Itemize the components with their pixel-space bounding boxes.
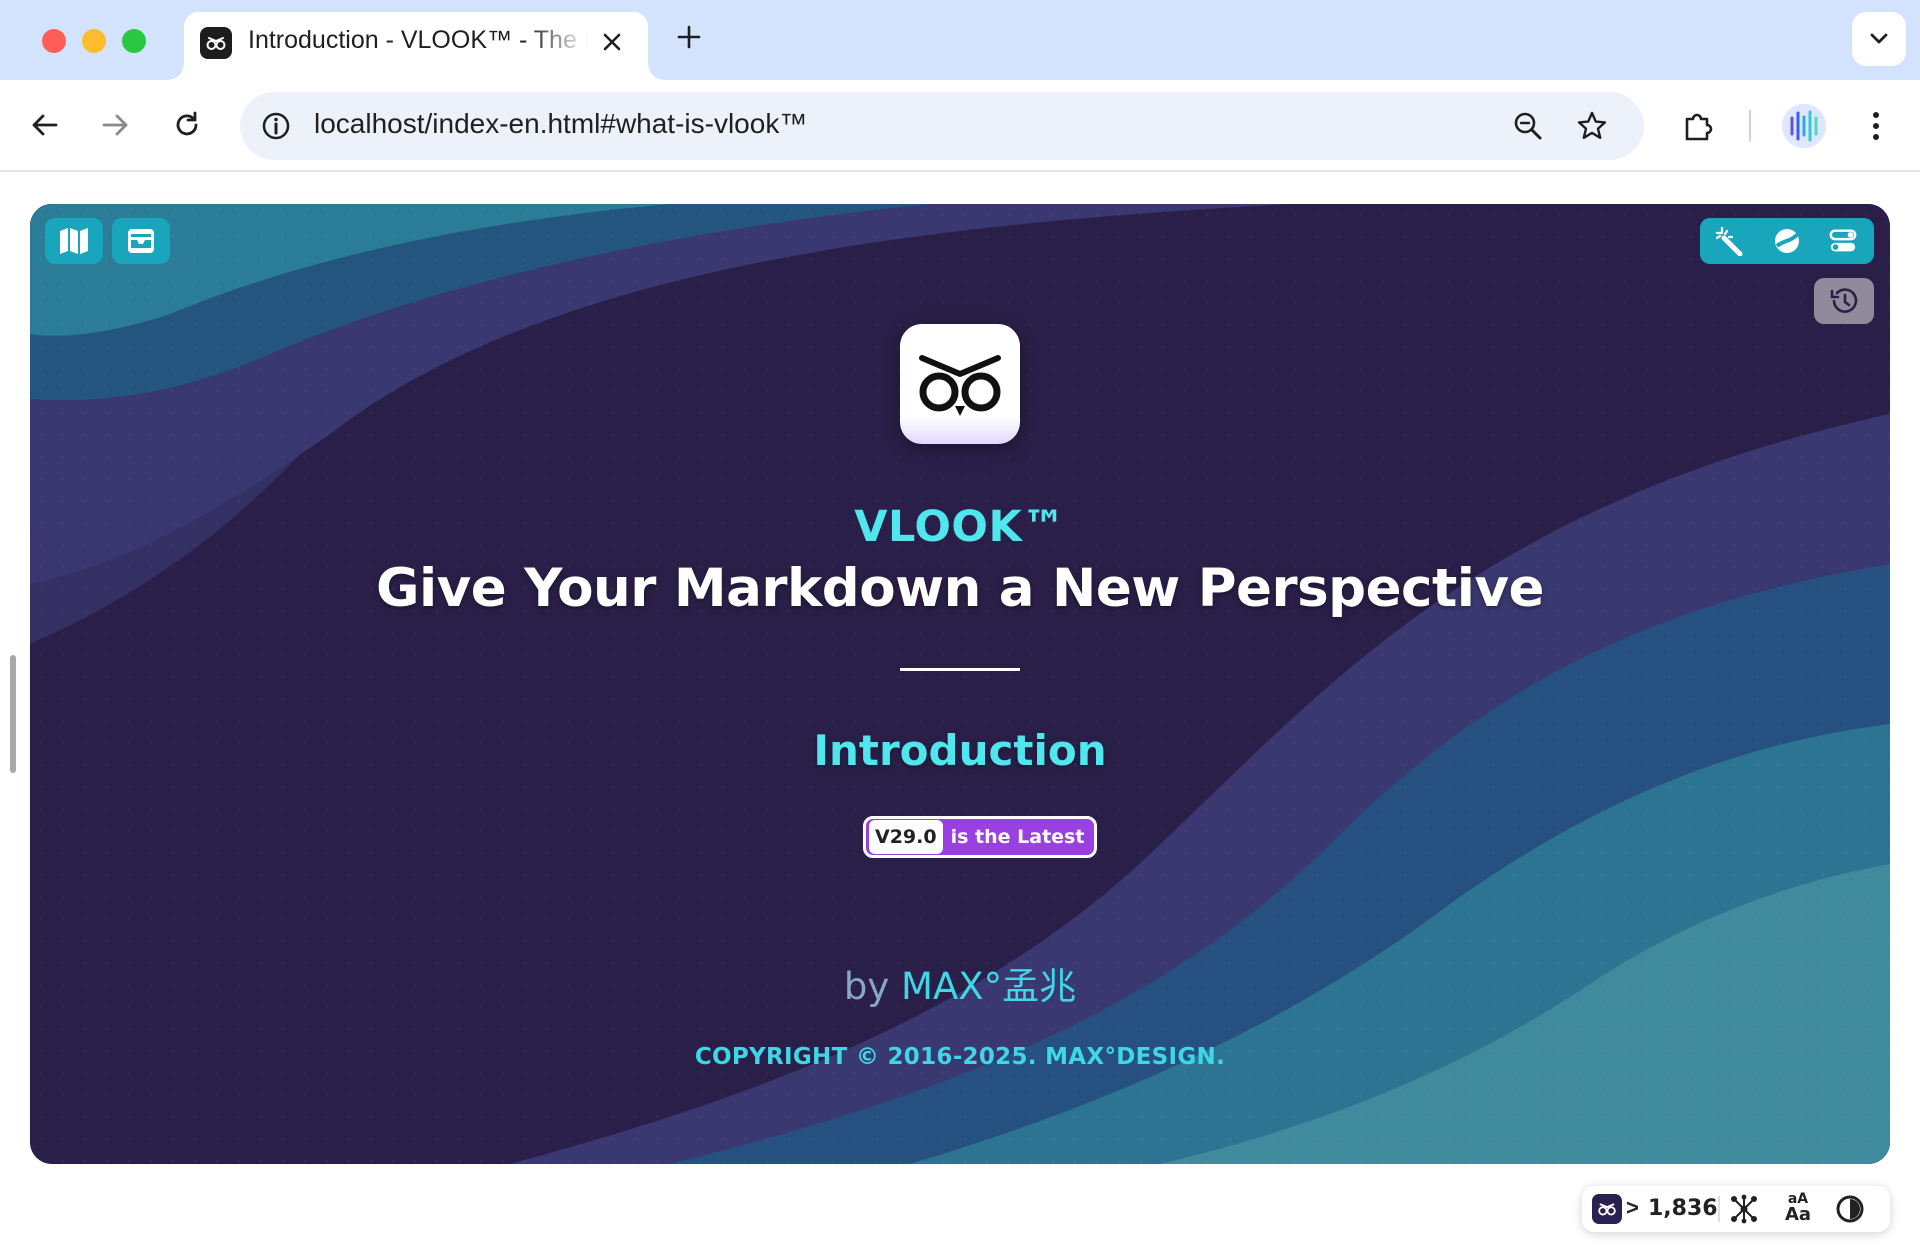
browser-toolbar: localhost/index-en.html#what-is-vlook™ [0,80,1920,172]
zoom-icon[interactable] [1510,108,1546,144]
inbox-icon[interactable] [112,218,170,264]
vlook-logo [900,324,1020,444]
arrow-left-icon[interactable] [24,104,66,146]
vlook-logo-icon[interactable] [1592,1194,1622,1224]
window-close-button[interactable] [42,29,66,53]
puzzle-icon[interactable] [1676,104,1720,148]
url-text: localhost/index-en.html#what-is-vlook™ [314,108,808,139]
toolbar-divider [1749,110,1751,142]
profile-avatar[interactable] [1782,104,1826,148]
kebab-icon[interactable] [1854,104,1898,148]
contrast-icon[interactable] [1834,1194,1866,1224]
info-icon[interactable] [260,110,292,142]
copyright: COPYRIGHT © 2016-2025. MAX°DESIGN. [694,1044,1226,1070]
theme-icon[interactable] [1772,226,1802,256]
plus-icon[interactable] [668,16,710,58]
chevron-down-icon[interactable] [1852,12,1906,66]
cover-toolbar-group [1700,218,1874,264]
network-icon[interactable] [1728,1194,1760,1224]
active-tab[interactable]: Introduction - VLOOK™ - The Elegant & Pr… [168,12,664,80]
window-minimize-button[interactable] [82,29,106,53]
font-size-icon[interactable]: aA Aa [1782,1191,1814,1227]
status-separator [1718,1196,1720,1222]
settings-icon[interactable] [1828,226,1858,256]
address-bar[interactable]: localhost/index-en.html#what-is-vlook™ [240,92,1644,160]
author-line: by MAX°孟兆 [30,956,1890,1010]
version-badge[interactable]: V29.0 is the Latest [863,816,1098,858]
magic-wand-icon[interactable] [1714,226,1744,256]
author-prefix: by [843,965,890,1008]
divider [900,668,1020,671]
window-zoom-button[interactable] [122,29,146,53]
vlook-favicon-icon [200,27,232,59]
cover-panel: VLOOK™ Give Your Markdown a New Perspect… [30,204,1890,1164]
status-bar: > 1,836 aA Aa [1582,1186,1890,1232]
tab-strip: Introduction - VLOOK™ - The Elegant & Pr… [0,0,1920,80]
reload-icon[interactable] [166,104,208,146]
map-icon[interactable] [45,218,103,264]
version-label: is the Latest [950,826,1085,848]
page-scrollbar-thumb[interactable] [10,655,16,773]
word-count[interactable]: 1,836 [1648,1196,1718,1221]
version-number: V29.0 [869,820,943,854]
star-icon[interactable] [1574,108,1610,144]
brand-name: VLOOK™ [854,502,1066,552]
chevron-right-icon: > [1626,1195,1639,1220]
section-title: Introduction [813,726,1107,775]
tab-title: Introduction - VLOOK™ - The Elegant & Pr… [248,26,588,54]
author-name: MAX°孟兆 [901,965,1077,1008]
headline: Give Your Markdown a New Perspective [376,558,1544,619]
history-icon[interactable] [1814,278,1874,324]
arrow-right-icon[interactable] [94,104,136,146]
close-icon[interactable] [596,26,628,58]
